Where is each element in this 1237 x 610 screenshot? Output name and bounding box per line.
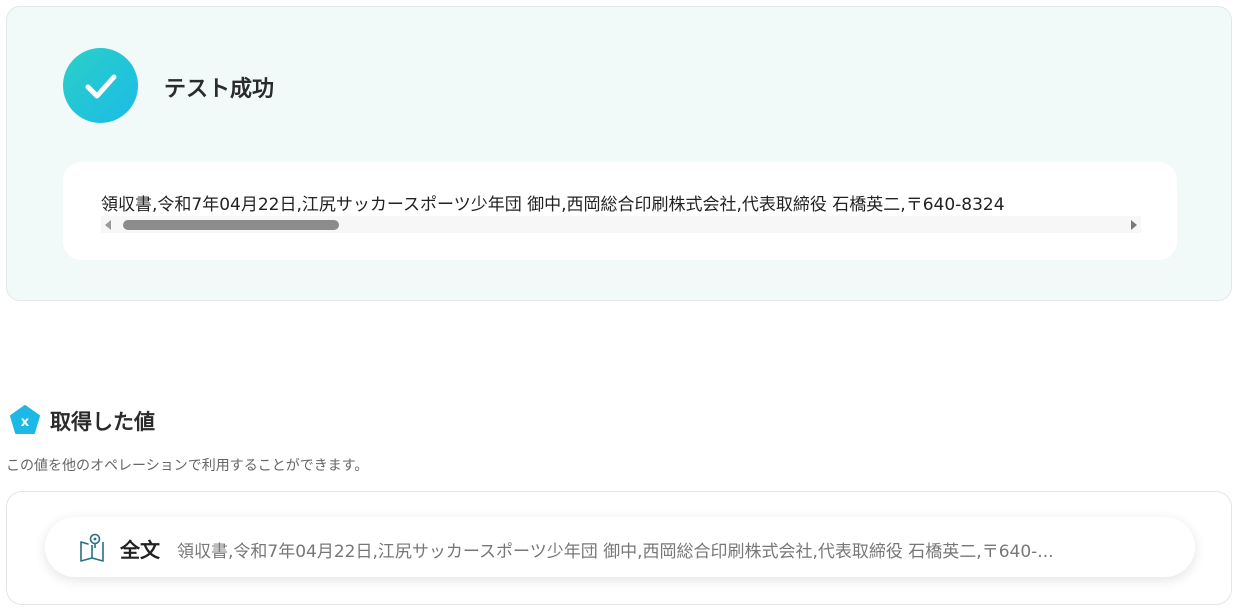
success-title: テスト成功 <box>164 77 275 102</box>
book-icon <box>80 533 104 562</box>
acquired-values-card: 全文 領収書,令和7年04月22日,江尻サッカースポーツ少年団 御中,西岡総合印… <box>6 491 1232 605</box>
variable-pentagon-icon: x <box>10 405 40 434</box>
scroll-right-icon[interactable] <box>1131 220 1137 230</box>
acquired-values-description: この値を他のオペレーションで利用することができます。 <box>6 458 369 474</box>
svg-text:x: x <box>21 415 30 430</box>
scroll-left-icon[interactable] <box>105 220 111 230</box>
value-label: 全文 <box>120 538 160 562</box>
scrollbar-thumb[interactable] <box>123 220 339 230</box>
check-icon <box>63 48 138 123</box>
output-text: 領収書,令和7年04月22日,江尻サッカースポーツ少年団 御中,西岡総合印刷株式… <box>101 195 1005 215</box>
value-text: 領収書,令和7年04月22日,江尻サッカースポーツ少年団 御中,西岡総合印刷株式… <box>177 542 1054 562</box>
output-box: 領収書,令和7年04月22日,江尻サッカースポーツ少年団 御中,西岡総合印刷株式… <box>63 162 1177 260</box>
test-success-card: テスト成功 領収書,令和7年04月22日,江尻サッカースポーツ少年団 御中,西岡… <box>6 6 1232 301</box>
acquired-values-title: 取得した値 <box>50 410 155 434</box>
horizontal-scrollbar[interactable] <box>101 216 1141 233</box>
value-item-fulltext[interactable]: 全文 領収書,令和7年04月22日,江尻サッカースポーツ少年団 御中,西岡総合印… <box>45 517 1195 577</box>
